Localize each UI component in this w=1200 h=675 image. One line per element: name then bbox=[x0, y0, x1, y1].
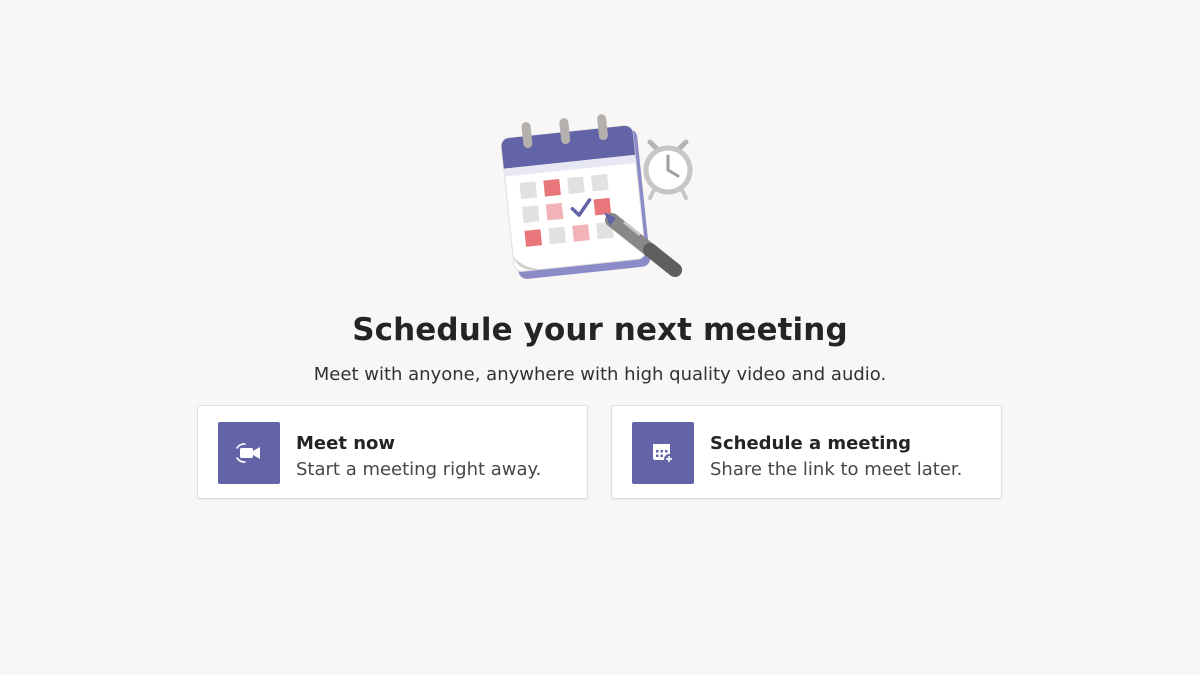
meetings-page: Schedule your next meeting Meet with any… bbox=[0, 0, 1200, 675]
meet-now-icon-tile bbox=[218, 422, 280, 484]
calendar-illustration bbox=[501, 114, 693, 279]
schedule-meeting-icon-tile bbox=[632, 422, 694, 484]
video-camera-icon bbox=[236, 443, 260, 463]
schedule-meeting-description: Share the link to meet later. bbox=[710, 459, 963, 480]
page-subtitle: Meet with anyone, anywhere with high qua… bbox=[313, 364, 887, 385]
meet-now-title: Meet now bbox=[296, 433, 396, 454]
meet-now-description: Start a meeting right away. bbox=[296, 459, 542, 480]
page-title: Schedule your next meeting bbox=[352, 312, 848, 348]
meet-now-card[interactable]: Meet now Start a meeting right away. bbox=[197, 405, 588, 499]
calendar-add-icon bbox=[653, 444, 674, 464]
calendar-graphic bbox=[501, 114, 651, 279]
alarm-clock-icon bbox=[643, 139, 693, 200]
schedule-meeting-title: Schedule a meeting bbox=[710, 433, 912, 454]
schedule-meeting-card[interactable]: Schedule a meeting Share the link to mee… bbox=[611, 405, 1002, 499]
